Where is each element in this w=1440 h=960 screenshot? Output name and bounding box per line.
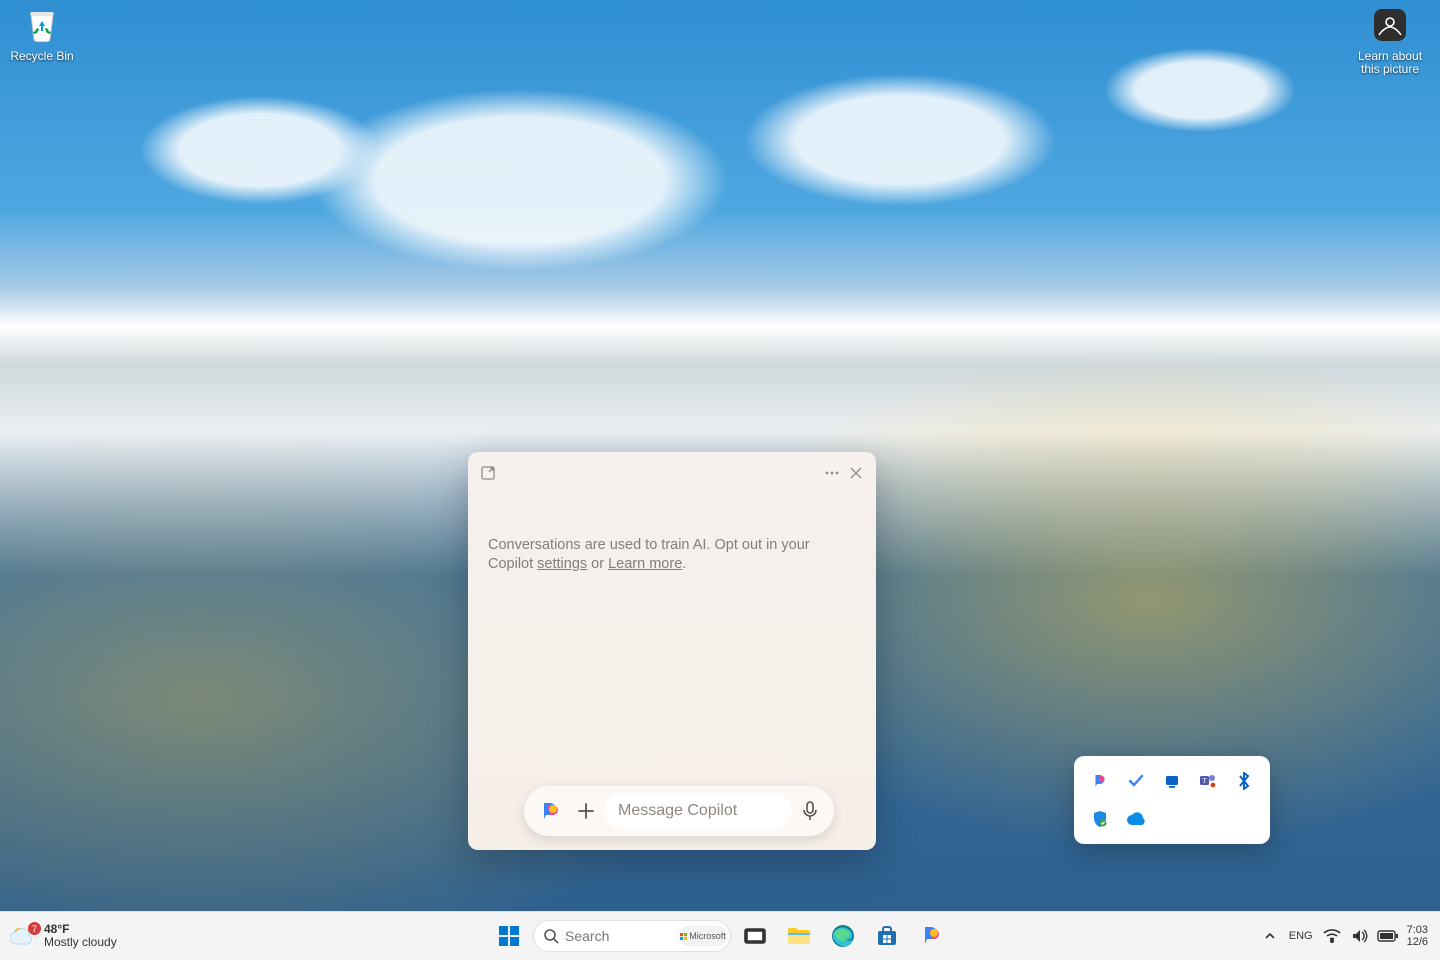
tray-item-todo[interactable] [1120, 764, 1152, 798]
tray-item-security[interactable] [1084, 802, 1116, 836]
notice-text: or [587, 556, 608, 572]
desktop-icon-label: Learn about this picture [1350, 50, 1430, 76]
picture-info-icon [1369, 4, 1411, 46]
microsoft-store-button[interactable] [867, 916, 907, 956]
file-explorer-button[interactable] [779, 916, 819, 956]
language-indicator[interactable]: ENG [1285, 930, 1317, 942]
taskbar-center: Search Microsoft [489, 916, 951, 956]
desktop: Recycle Bin Learn about this picture Con… [0, 0, 1440, 960]
copilot-input-bar: Message Copilot [524, 786, 834, 836]
copilot-logo-icon[interactable] [532, 793, 568, 829]
search-placeholder: Search [565, 928, 609, 944]
add-icon[interactable] [568, 793, 604, 829]
copilot-notice: Conversations are used to train AI. Opt … [468, 488, 876, 574]
tray-item-onedrive[interactable] [1120, 802, 1152, 836]
desktop-icon-label: Recycle Bin [10, 50, 73, 63]
svg-text:T: T [1202, 777, 1207, 785]
microphone-icon[interactable] [792, 793, 828, 829]
tray-item-your-phone[interactable] [1156, 764, 1188, 798]
edge-button[interactable] [823, 916, 863, 956]
notice-text: . [682, 556, 686, 572]
tray-item-bluetooth[interactable] [1228, 764, 1260, 798]
weather-icon: 7 [10, 924, 38, 948]
search-chip[interactable]: Microsoft [679, 926, 727, 946]
copilot-quick-window: Conversations are used to train AI. Opt … [468, 452, 876, 850]
recycle-bin-icon [21, 4, 63, 46]
taskbar-right: ENG 7:03 12/6 [1257, 920, 1440, 952]
tray-overflow-panel: T [1074, 756, 1270, 844]
taskbar-clock[interactable]: 7:03 12/6 [1403, 924, 1432, 948]
task-view-button[interactable] [735, 916, 775, 956]
close-icon[interactable] [844, 461, 868, 485]
clock-date: 12/6 [1407, 936, 1428, 948]
settings-link[interactable]: settings [537, 556, 587, 572]
input-placeholder: Message Copilot [618, 802, 737, 820]
tray-item-copilot[interactable] [1084, 764, 1116, 798]
taskbar-weather[interactable]: 7 48°F Mostly cloudy [0, 923, 117, 949]
learn-more-link[interactable]: Learn more [608, 556, 682, 572]
wifi-icon[interactable] [1319, 920, 1345, 952]
taskbar-search[interactable]: Search Microsoft [533, 920, 731, 952]
taskbar: 7 48°F Mostly cloudy Search Microsoft [0, 911, 1440, 960]
wallpaper-clouds [0, 0, 1440, 420]
volume-icon[interactable] [1347, 920, 1373, 952]
copilot-titlebar [468, 452, 876, 488]
weather-badge: 7 [28, 922, 41, 935]
weather-condition: Mostly cloudy [44, 936, 117, 949]
clock-time: 7:03 [1407, 924, 1428, 936]
tray-overflow-toggle[interactable] [1257, 920, 1283, 952]
tray-item-teams[interactable]: T [1192, 764, 1224, 798]
more-icon[interactable] [820, 461, 844, 485]
search-chip-label: Microsoft [689, 931, 726, 941]
search-icon [543, 928, 559, 944]
start-button[interactable] [489, 916, 529, 956]
expand-icon[interactable] [476, 461, 500, 485]
desktop-icon-spotlight[interactable]: Learn about this picture [1350, 4, 1430, 76]
copilot-taskbar-button[interactable] [911, 916, 951, 956]
copilot-message-input[interactable]: Message Copilot [604, 793, 792, 829]
desktop-icon-recycle-bin[interactable]: Recycle Bin [4, 4, 80, 63]
battery-icon[interactable] [1375, 920, 1401, 952]
